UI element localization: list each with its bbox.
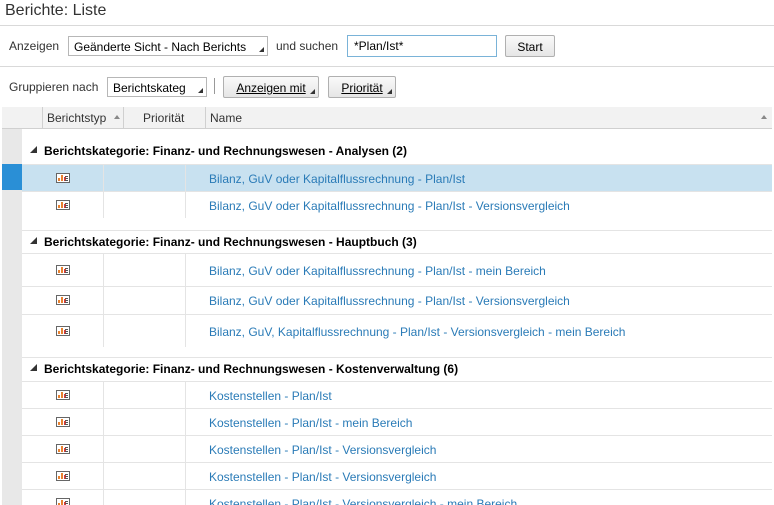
report-icon: [56, 444, 70, 454]
report-link[interactable]: Kostenstellen - Plan/Ist - Versionsvergl…: [209, 470, 436, 484]
report-link[interactable]: Kostenstellen - Plan/Ist - Versionsvergl…: [209, 497, 517, 505]
table-row[interactable]: Bilanz, GuV oder Kapitalflussrechnung - …: [22, 164, 772, 191]
prioritaet-button[interactable]: Priorität: [328, 76, 396, 98]
report-link[interactable]: Bilanz, GuV oder Kapitalflussrechnung - …: [209, 172, 465, 186]
group-by-select[interactable]: Berichtskateg: [107, 77, 207, 97]
report-link[interactable]: Bilanz, GuV oder Kapitalflussrechnung - …: [209, 199, 570, 213]
sort-icon: [114, 115, 120, 119]
report-link[interactable]: Kostenstellen - Plan/Ist - Versionsvergl…: [209, 443, 436, 457]
dropdown-arrow-icon: [198, 88, 203, 93]
report-icon: [56, 295, 70, 305]
column-header-prioritaet[interactable]: Priorität: [124, 107, 206, 129]
report-icon: [56, 173, 70, 183]
gruppieren-label: Gruppieren nach: [9, 80, 99, 94]
row-selected-marker[interactable]: [2, 164, 22, 190]
group-by-select-value: Berichtskateg: [113, 81, 186, 95]
group-header[interactable]: Berichtskategorie: Finanz- und Rechnungs…: [22, 140, 772, 162]
divider: [0, 66, 774, 67]
column-header-name[interactable]: Name: [206, 107, 772, 129]
report-icon: [56, 200, 70, 210]
report-icon: [56, 471, 70, 481]
group-header[interactable]: Berichtskategorie: Finanz- und Rechnungs…: [22, 357, 772, 379]
start-button[interactable]: Start: [505, 35, 555, 57]
table-row[interactable]: Bilanz, GuV oder Kapitalflussrechnung - …: [22, 253, 772, 286]
view-select-value: Geänderte Sicht - Nach Berichts: [74, 40, 247, 54]
view-select[interactable]: Geänderte Sicht - Nach Berichts: [68, 36, 268, 56]
report-link[interactable]: Kostenstellen - Plan/Ist: [209, 389, 332, 403]
dropdown-arrow-icon: [310, 89, 315, 94]
column-header-berichtstyp[interactable]: Berichtstyp: [43, 107, 124, 129]
anzeigen-mit-button[interactable]: Anzeigen mit: [223, 76, 319, 98]
report-icon: [56, 265, 70, 275]
report-icon: [56, 417, 70, 427]
anzeigen-mit-label: Anzeigen mit: [236, 81, 306, 95]
separator: [214, 78, 215, 94]
page-title: Berichte: Liste: [5, 2, 107, 19]
sort-icon: [761, 115, 767, 119]
anzeigen-label: Anzeigen: [9, 39, 60, 53]
dropdown-arrow-icon: [387, 89, 392, 94]
divider: [0, 25, 774, 26]
collapse-triangle-icon[interactable]: [30, 364, 37, 371]
table-header: Berichtstyp Priorität Name: [2, 107, 772, 129]
report-icon: [56, 326, 70, 336]
report-link[interactable]: Bilanz, GuV oder Kapitalflussrechnung - …: [209, 264, 546, 278]
select-all-header[interactable]: [2, 107, 43, 129]
table-row[interactable]: Kostenstellen - Plan/Ist - mein Bereich: [22, 408, 772, 435]
table-row[interactable]: Kostenstellen - Plan/Ist - Versionsvergl…: [22, 435, 772, 462]
table-row[interactable]: Kostenstellen - Plan/Ist - Versionsvergl…: [22, 462, 772, 489]
report-table: Berichtstyp Priorität Name Berichtskateg…: [2, 107, 772, 505]
report-link[interactable]: Bilanz, GuV, Kapitalflussrechnung - Plan…: [209, 325, 625, 339]
report-link[interactable]: Bilanz, GuV oder Kapitalflussrechnung - …: [209, 294, 570, 308]
und-suchen-label: und suchen: [276, 39, 339, 53]
prioritaet-label: Priorität: [341, 81, 383, 95]
collapse-triangle-icon[interactable]: [30, 146, 37, 153]
collapse-triangle-icon[interactable]: [30, 237, 37, 244]
table-row[interactable]: Bilanz, GuV oder Kapitalflussrechnung - …: [22, 286, 772, 314]
search-input[interactable]: [347, 35, 497, 57]
start-button-label: Start: [517, 40, 543, 54]
table-row[interactable]: Bilanz, GuV, Kapitalflussrechnung - Plan…: [22, 314, 772, 347]
report-icon: [56, 390, 70, 400]
report-link[interactable]: Kostenstellen - Plan/Ist - mein Bereich: [209, 416, 412, 430]
group-header[interactable]: Berichtskategorie: Finanz- und Rechnungs…: [22, 230, 772, 252]
table-row[interactable]: Kostenstellen - Plan/Ist - Versionsvergl…: [22, 489, 772, 505]
table-row[interactable]: Bilanz, GuV oder Kapitalflussrechnung - …: [22, 191, 772, 218]
report-icon: [56, 498, 70, 505]
table-row[interactable]: Kostenstellen - Plan/Ist: [22, 381, 772, 408]
dropdown-arrow-icon: [259, 47, 264, 52]
